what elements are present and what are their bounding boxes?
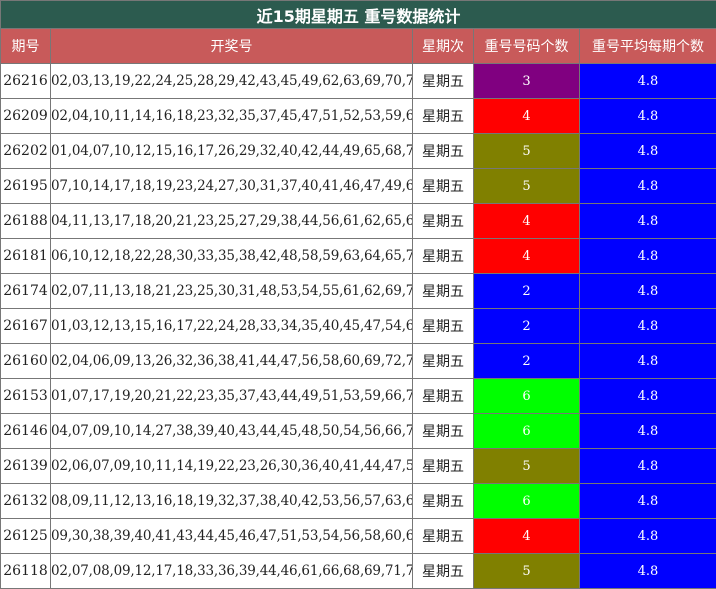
numbers-cell: 01,04,07,10,12,15,16,17,26,29,32,40,42,4…: [50, 133, 413, 169]
weekday-cell: 星期五: [412, 63, 474, 99]
issue-cell: 26167: [0, 308, 51, 344]
numbers-cell: 02,04,10,11,14,16,18,23,32,35,37,45,47,5…: [50, 98, 413, 134]
repeat-average-cell: 4.8: [579, 168, 716, 204]
table-row: 26153 01,07,17,19,20,21,22,23,35,37,43,44…: [0, 378, 716, 414]
repeat-average-cell: 4.8: [579, 553, 716, 589]
issue-cell: 26195: [0, 168, 51, 204]
header-repeat-average: 重号平均每期个数: [579, 28, 716, 64]
table-row: 26125 09,30,38,39,40,41,43,44,45,46,47,51…: [0, 518, 716, 554]
weekday-cell: 星期五: [412, 203, 474, 239]
weekday-cell: 星期五: [412, 273, 474, 309]
table-row: 26146 04,07,09,10,14,27,38,39,40,43,44,45…: [0, 413, 716, 449]
issue-cell: 26146: [0, 413, 51, 449]
weekday-cell: 星期五: [412, 518, 474, 554]
repeat-average-cell: 4.8: [579, 413, 716, 449]
repeat-average-cell: 4.8: [579, 238, 716, 274]
issue-cell: 26216: [0, 63, 51, 99]
table-row: 26174 02,07,11,13,18,21,23,25,30,31,48,53…: [0, 273, 716, 309]
weekday-cell: 星期五: [412, 308, 474, 344]
repeat-count-cell: 6: [473, 413, 580, 449]
repeat-average-cell: 4.8: [579, 133, 716, 169]
repeat-count-cell: 2: [473, 273, 580, 309]
weekday-cell: 星期五: [412, 553, 474, 589]
issue-cell: 26132: [0, 483, 51, 519]
header-issue: 期号: [0, 28, 51, 64]
numbers-cell: 02,06,07,09,10,11,14,19,22,23,26,30,36,4…: [50, 448, 413, 484]
repeat-stats-table: 近15期星期五 重号数据统计 期号 开奖号 星期次 重号号码个数 重号平均每期个…: [0, 0, 716, 589]
numbers-cell: 02,03,13,19,22,24,25,28,29,42,43,45,49,6…: [50, 63, 413, 99]
issue-cell: 26188: [0, 203, 51, 239]
weekday-cell: 星期五: [412, 448, 474, 484]
weekday-cell: 星期五: [412, 133, 474, 169]
numbers-cell: 01,03,12,13,15,16,17,22,24,28,33,34,35,4…: [50, 308, 413, 344]
repeat-count-cell: 4: [473, 238, 580, 274]
issue-cell: 26174: [0, 273, 51, 309]
stats-table-container: 近15期星期五 重号数据统计 期号 开奖号 星期次 重号号码个数 重号平均每期个…: [0, 0, 716, 589]
weekday-cell: 星期五: [412, 343, 474, 379]
issue-cell: 26139: [0, 448, 51, 484]
weekday-cell: 星期五: [412, 378, 474, 414]
numbers-cell: 07,10,14,17,18,19,23,24,27,30,31,37,40,4…: [50, 168, 413, 204]
repeat-average-cell: 4.8: [579, 518, 716, 554]
issue-cell: 26153: [0, 378, 51, 414]
numbers-cell: 01,07,17,19,20,21,22,23,35,37,43,44,49,5…: [50, 378, 413, 414]
table-row: 26202 01,04,07,10,12,15,16,17,26,29,32,40…: [0, 133, 716, 169]
numbers-cell: 08,09,11,12,13,16,18,19,32,37,38,40,42,5…: [50, 483, 413, 519]
table-title: 近15期星期五 重号数据统计: [0, 0, 716, 29]
numbers-cell: 04,07,09,10,14,27,38,39,40,43,44,45,48,5…: [50, 413, 413, 449]
weekday-cell: 星期五: [412, 238, 474, 274]
header-repeat-count: 重号号码个数: [473, 28, 580, 64]
repeat-average-cell: 4.8: [579, 273, 716, 309]
numbers-cell: 04,11,13,17,18,20,21,23,25,27,29,38,44,5…: [50, 203, 413, 239]
repeat-count-cell: 4: [473, 203, 580, 239]
table-row: 26181 06,10,12,18,22,28,30,33,35,38,42,48…: [0, 238, 716, 274]
weekday-cell: 星期五: [412, 413, 474, 449]
issue-cell: 26125: [0, 518, 51, 554]
repeat-average-cell: 4.8: [579, 308, 716, 344]
table-row: 26118 02,07,08,09,12,17,18,33,36,39,44,46…: [0, 553, 716, 589]
repeat-average-cell: 4.8: [579, 203, 716, 239]
repeat-count-cell: 2: [473, 343, 580, 379]
issue-cell: 26202: [0, 133, 51, 169]
table-row: 26132 08,09,11,12,13,16,18,19,32,37,38,40…: [0, 483, 716, 519]
repeat-count-cell: 3: [473, 63, 580, 99]
numbers-cell: 02,04,06,09,13,26,32,36,38,41,44,47,56,5…: [50, 343, 413, 379]
numbers-cell: 02,07,11,13,18,21,23,25,30,31,48,53,54,5…: [50, 273, 413, 309]
issue-cell: 26181: [0, 238, 51, 274]
repeat-count-cell: 6: [473, 483, 580, 519]
repeat-average-cell: 4.8: [579, 98, 716, 134]
repeat-count-cell: 4: [473, 98, 580, 134]
header-weekday: 星期次: [412, 28, 474, 64]
table-row: 26209 02,04,10,11,14,16,18,23,32,35,37,45…: [0, 98, 716, 134]
issue-cell: 26118: [0, 553, 51, 589]
repeat-average-cell: 4.8: [579, 483, 716, 519]
repeat-count-cell: 4: [473, 518, 580, 554]
numbers-cell: 09,30,38,39,40,41,43,44,45,46,47,51,53,5…: [50, 518, 413, 554]
repeat-average-cell: 4.8: [579, 63, 716, 99]
header-row: 期号 开奖号 星期次 重号号码个数 重号平均每期个数: [0, 28, 716, 64]
repeat-count-cell: 5: [473, 168, 580, 204]
repeat-count-cell: 5: [473, 448, 580, 484]
repeat-count-cell: 2: [473, 308, 580, 344]
issue-cell: 26209: [0, 98, 51, 134]
repeat-average-cell: 4.8: [579, 448, 716, 484]
numbers-cell: 02,07,08,09,12,17,18,33,36,39,44,46,61,6…: [50, 553, 413, 589]
repeat-count-cell: 6: [473, 378, 580, 414]
weekday-cell: 星期五: [412, 483, 474, 519]
table-row: 26195 07,10,14,17,18,19,23,24,27,30,31,37…: [0, 168, 716, 204]
repeat-average-cell: 4.8: [579, 343, 716, 379]
header-numbers: 开奖号: [50, 28, 413, 64]
numbers-cell: 06,10,12,18,22,28,30,33,35,38,42,48,58,5…: [50, 238, 413, 274]
weekday-cell: 星期五: [412, 98, 474, 134]
weekday-cell: 星期五: [412, 168, 474, 204]
issue-cell: 26160: [0, 343, 51, 379]
table-row: 26216 02,03,13,19,22,24,25,28,29,42,43,45…: [0, 63, 716, 99]
table-row: 26139 02,06,07,09,10,11,14,19,22,23,26,30…: [0, 448, 716, 484]
repeat-count-cell: 5: [473, 553, 580, 589]
repeat-average-cell: 4.8: [579, 378, 716, 414]
repeat-count-cell: 5: [473, 133, 580, 169]
table-row: 26160 02,04,06,09,13,26,32,36,38,41,44,47…: [0, 343, 716, 379]
table-row: 26167 01,03,12,13,15,16,17,22,24,28,33,34…: [0, 308, 716, 344]
table-row: 26188 04,11,13,17,18,20,21,23,25,27,29,38…: [0, 203, 716, 239]
